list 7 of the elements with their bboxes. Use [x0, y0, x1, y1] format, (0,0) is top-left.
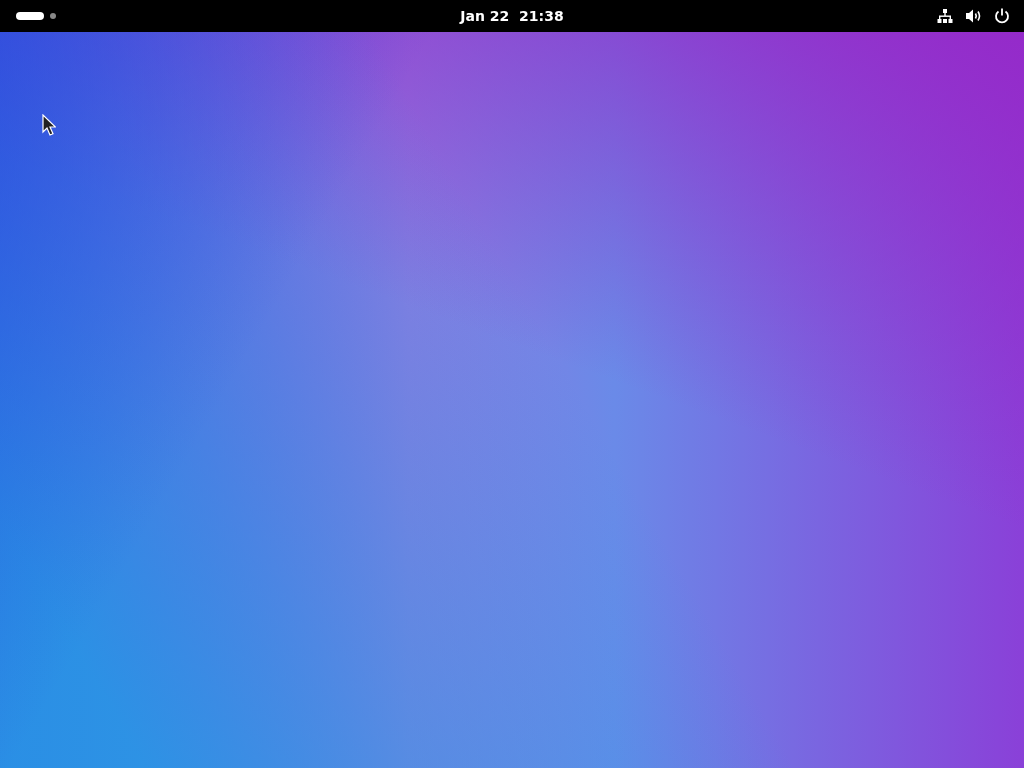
workspace-indicator[interactable]: [16, 12, 44, 20]
volume-icon[interactable]: [965, 8, 982, 24]
power-icon[interactable]: [994, 8, 1010, 24]
network-icon[interactable]: [937, 8, 953, 24]
pointer-cursor-icon: [42, 114, 56, 136]
workspace-indicator[interactable]: [50, 13, 56, 19]
clock[interactable]: Jan 22 21:38: [456, 6, 568, 26]
